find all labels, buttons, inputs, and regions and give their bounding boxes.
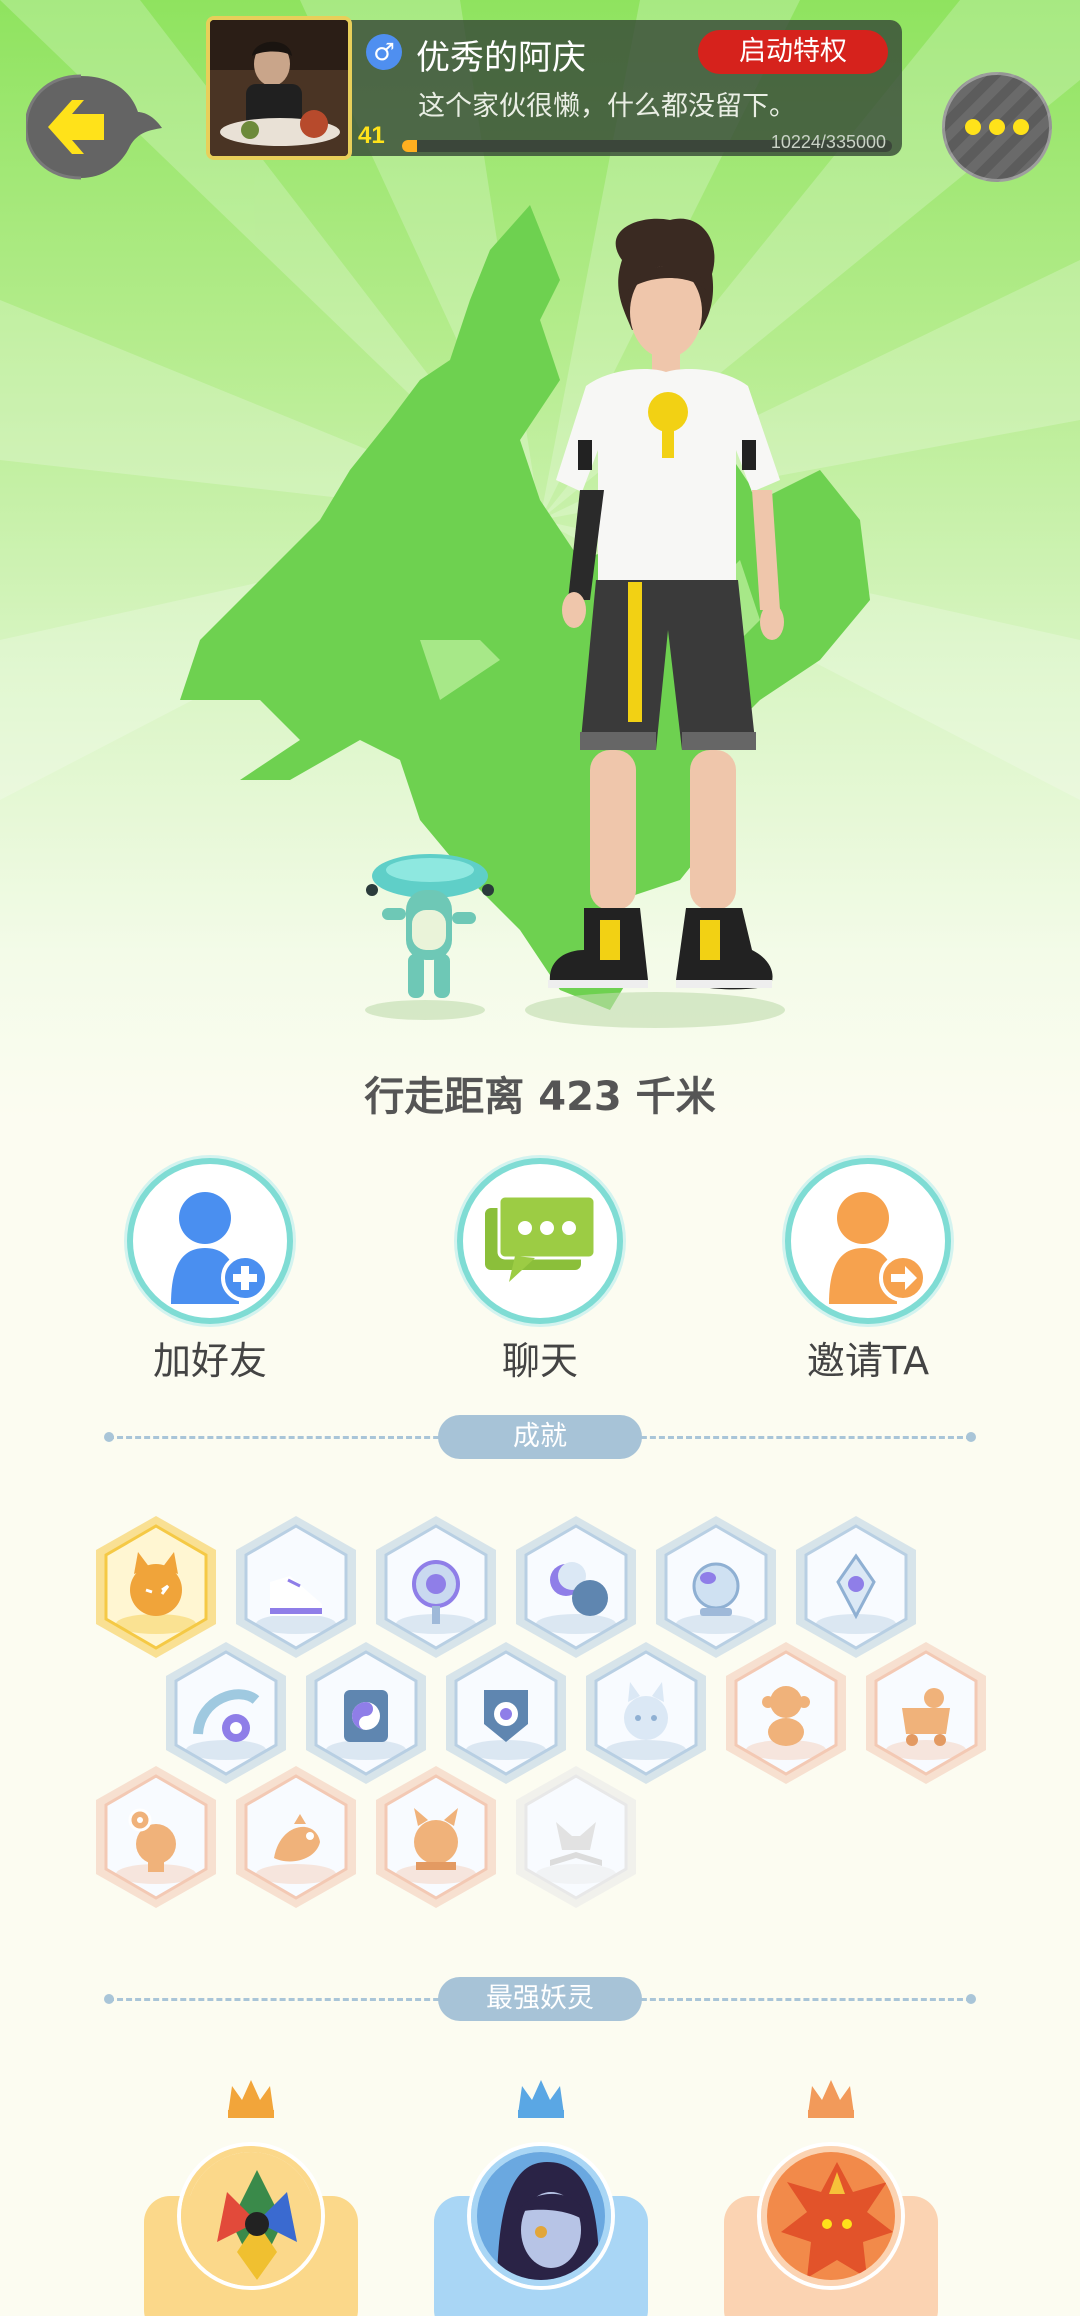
- user-signature: 这个家伙很懒，什么都没留下。: [418, 91, 796, 122]
- player-avatar: [548, 218, 784, 990]
- avatar[interactable]: [206, 16, 352, 160]
- profile-card: ♂ 优秀的阿庆 启动特权 这个家伙很懒，什么都没留下。 41 10224/335…: [206, 16, 902, 160]
- achievement-badge[interactable]: [720, 1638, 852, 1788]
- achievement-badge[interactable]: [90, 1762, 222, 1912]
- add-friend-icon: [171, 1192, 269, 1304]
- achievement-badge[interactable]: [370, 1762, 502, 1912]
- donut-cat-icon: [96, 1766, 216, 1908]
- experience-text: 10224/335000: [770, 132, 886, 152]
- gender-male-icon: ♂: [366, 34, 402, 70]
- chat-label: 聊天: [501, 1339, 578, 1383]
- character-scene[interactable]: [0, 190, 1080, 1050]
- koi-fish-icon: [236, 1766, 356, 1908]
- achievements-section-title: 成就: [438, 1415, 642, 1459]
- add-friend-icon-ring: [127, 1158, 293, 1324]
- chat-bubble-icon: [485, 1194, 597, 1282]
- add-friend-button[interactable]: 加好友: [100, 1158, 320, 1385]
- crown-icon: [518, 2080, 564, 2118]
- invite-label: 邀请TA: [806, 1339, 930, 1383]
- username: 优秀的阿庆: [416, 38, 586, 78]
- spirit-card[interactable]: [434, 2076, 648, 2316]
- dark-haired-girl-icon: [471, 2146, 611, 2286]
- chat-icon-ring: [457, 1158, 623, 1324]
- invite-button[interactable]: 邀请TA: [758, 1158, 978, 1385]
- monkey-icon: [726, 1642, 846, 1784]
- user-photo-icon: [210, 20, 348, 156]
- spirit-card[interactable]: [724, 2076, 938, 2316]
- demon-icon: [376, 1766, 496, 1908]
- achievement-badge[interactable]: [230, 1762, 362, 1912]
- more-dot-icon: [989, 119, 1005, 135]
- crown-icon: [808, 2080, 854, 2118]
- crystal-beast-icon: [181, 2146, 321, 2286]
- invite-person-icon: [829, 1192, 927, 1304]
- more-options-button[interactable]: [942, 72, 1052, 182]
- arrow-left-icon: [24, 74, 162, 180]
- level-badge: 41: [358, 122, 385, 149]
- achievement-badge[interactable]: [510, 1762, 642, 1912]
- back-button[interactable]: [24, 72, 164, 182]
- strongest-spirits-section-title: 最强妖灵: [438, 1977, 642, 2021]
- add-friend-label: 加好友: [152, 1339, 267, 1383]
- fire-dragon-icon: [761, 2146, 901, 2286]
- activate-privilege-button[interactable]: 启动特权: [698, 30, 888, 74]
- book-wolf-icon: [516, 1766, 636, 1908]
- walking-distance: 行走距离 423 千米: [364, 1074, 716, 1120]
- baby-carriage-icon: [866, 1642, 986, 1784]
- crown-icon: [228, 2080, 274, 2118]
- avatar-character-illustration: [365, 218, 785, 1028]
- more-dot-icon: [1013, 119, 1029, 135]
- pet-spirit: [365, 854, 494, 1020]
- invite-icon-ring: [785, 1158, 951, 1324]
- spirit-card[interactable]: [144, 2076, 358, 2316]
- achievement-badge[interactable]: [860, 1638, 992, 1788]
- chat-button[interactable]: 聊天: [430, 1158, 650, 1385]
- more-dot-icon: [965, 119, 981, 135]
- experience-bar-fill: [402, 140, 417, 152]
